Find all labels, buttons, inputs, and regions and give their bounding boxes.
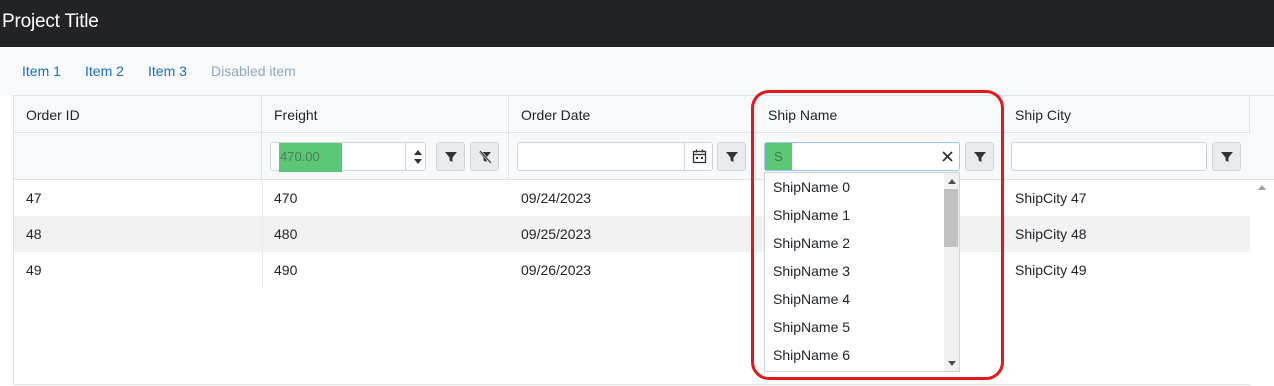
column-header-ship-city[interactable]: Ship City — [1003, 96, 1250, 133]
autocomplete-option[interactable]: ShipName 2 — [773, 235, 850, 251]
nav-bar: Item 1 Item 2 Item 3 Disabled item — [0, 47, 1274, 96]
cell-ship-city: ShipCity 47 — [1015, 190, 1087, 206]
grid-header-row: Order ID Freight Order Date Ship Name Sh… — [14, 96, 1250, 133]
app-title: Project Title — [2, 11, 99, 32]
scroll-up-icon[interactable] — [1258, 184, 1266, 190]
column-header-label: Order ID — [26, 107, 80, 123]
freight-filter-button[interactable] — [436, 142, 465, 171]
filter-icon — [974, 152, 986, 162]
column-divider — [262, 180, 263, 288]
autocomplete-option[interactable]: ShipName 3 — [773, 263, 850, 279]
cell-order-date: 09/25/2023 — [521, 226, 592, 242]
table-row[interactable]: 49 490 09/26/2023 ShipCity 49 — [14, 252, 1250, 288]
freight-filter-input[interactable]: 470.00 — [270, 142, 426, 172]
column-header-label: Ship City — [1015, 107, 1072, 123]
orders-grid: Order ID Freight Order Date Ship Name Sh… — [13, 95, 1274, 386]
filter-cell-order-date — [509, 133, 756, 179]
grid-filter-row: 470.00 S — [14, 133, 1250, 180]
nav-item-3[interactable]: Item 3 — [148, 63, 187, 79]
column-header-freight[interactable]: Freight — [262, 96, 509, 133]
spinner-arrows-icon[interactable] — [413, 148, 423, 166]
header-scroll-spacer — [1250, 96, 1274, 180]
column-header-label: Ship Name — [768, 107, 838, 123]
order-date-filter-input[interactable] — [517, 142, 713, 171]
freight-filter-value: 470.00 — [280, 149, 320, 164]
cell-freight: 480 — [274, 226, 298, 242]
spinner-divider — [405, 143, 406, 170]
cell-ship-city: ShipCity 48 — [1015, 226, 1087, 242]
autocomplete-option[interactable]: ShipName 0 — [773, 179, 850, 195]
filter-cell-order-id — [14, 133, 262, 179]
cell-order-date: 09/24/2023 — [521, 190, 592, 206]
scroll-up-icon[interactable] — [948, 178, 956, 184]
autocomplete-option[interactable]: ShipName 6 — [773, 347, 850, 363]
nav-item-2[interactable]: Item 2 — [85, 63, 124, 79]
table-row[interactable]: 47 470 09/24/2023 ShipCity 47 — [14, 180, 1250, 216]
freight-clear-filter-button[interactable] — [470, 142, 499, 171]
cell-order-id: 47 — [26, 190, 42, 206]
date-divider — [684, 143, 685, 170]
cell-freight: 470 — [274, 190, 298, 206]
grid-scrollbar[interactable] — [1250, 180, 1274, 386]
ship-name-autocomplete-popup: ShipName 0 ShipName 1 ShipName 2 ShipNam… — [764, 172, 960, 372]
filter-cell-freight: 470.00 — [262, 133, 509, 179]
column-header-order-date[interactable]: Order Date — [509, 96, 756, 133]
column-header-order-id[interactable]: Order ID — [14, 96, 262, 133]
nav-item-disabled: Disabled item — [211, 63, 296, 79]
column-header-label: Freight — [274, 107, 318, 123]
filter-icon — [1221, 152, 1233, 162]
ship-city-filter-input[interactable] — [1011, 142, 1207, 171]
filter-icon — [726, 152, 738, 162]
cell-freight: 490 — [274, 262, 298, 278]
autocomplete-option[interactable]: ShipName 5 — [773, 319, 850, 335]
ship-city-filter-button[interactable] — [1212, 142, 1241, 171]
app-header: Project Title — [0, 0, 1274, 47]
order-date-filter-button[interactable] — [717, 142, 746, 171]
nav-item-1[interactable]: Item 1 — [22, 63, 61, 79]
cell-order-id: 48 — [26, 226, 42, 242]
filter-clear-icon — [479, 150, 492, 164]
filter-cell-ship-city — [1003, 133, 1250, 179]
column-header-label: Order Date — [521, 107, 591, 123]
cell-order-id: 49 — [26, 262, 42, 278]
table-row[interactable]: 48 480 09/25/2023 ShipCity 48 — [14, 216, 1250, 252]
cell-ship-city: ShipCity 49 — [1015, 262, 1087, 278]
calendar-icon[interactable] — [692, 149, 707, 164]
ship-name-filter-value: S — [774, 149, 783, 164]
filter-icon — [445, 152, 457, 162]
cell-order-date: 09/26/2023 — [521, 262, 592, 278]
close-icon[interactable] — [942, 151, 953, 162]
scroll-down-icon[interactable] — [948, 361, 956, 367]
autocomplete-option[interactable]: ShipName 4 — [773, 291, 850, 307]
ship-name-filter-button[interactable] — [965, 142, 994, 171]
column-header-ship-name[interactable]: Ship Name — [756, 96, 1003, 133]
grid-body: 47 470 09/24/2023 ShipCity 47 48 480 09/… — [14, 180, 1250, 386]
ship-name-filter-input[interactable]: S — [764, 142, 960, 171]
popup-scrollbar-thumb[interactable] — [944, 189, 958, 247]
autocomplete-option[interactable]: ShipName 1 — [773, 207, 850, 223]
